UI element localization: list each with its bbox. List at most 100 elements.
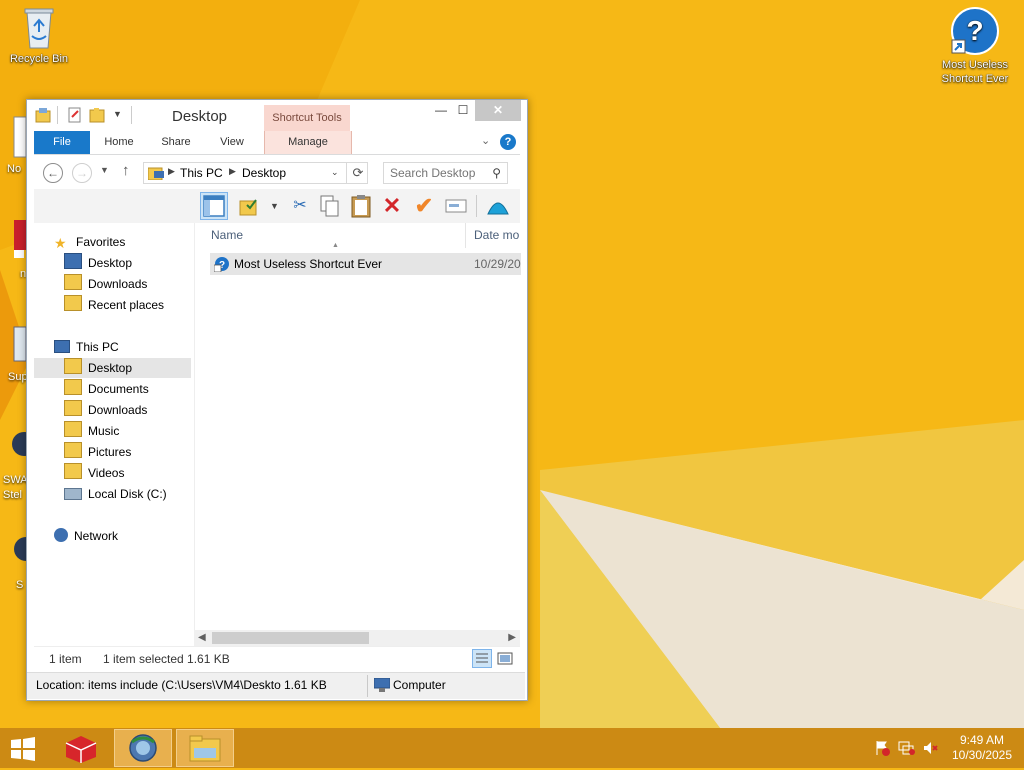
nav-videos[interactable]: Videos bbox=[64, 463, 124, 483]
divider bbox=[476, 195, 477, 217]
nav-label: Videos bbox=[88, 466, 125, 480]
speaker-icon bbox=[924, 742, 938, 754]
tab-home[interactable]: Home bbox=[96, 131, 142, 154]
nav-documents[interactable]: Documents bbox=[64, 379, 149, 399]
volume-muted-icon[interactable] bbox=[922, 740, 940, 759]
recent-locations-dropdown-icon[interactable]: ▼ bbox=[100, 165, 109, 175]
nav-this-pc[interactable]: This PC bbox=[54, 337, 119, 357]
nav-this-pc-desktop[interactable]: Desktop bbox=[34, 358, 191, 378]
svg-text:?: ? bbox=[966, 15, 983, 46]
properties-icon[interactable] bbox=[67, 107, 83, 123]
downloads-folder-icon bbox=[64, 274, 82, 290]
help-button[interactable]: ? bbox=[500, 134, 516, 150]
address-dropdown-icon[interactable]: ⌄ bbox=[331, 167, 339, 178]
explorer-properties-icon[interactable] bbox=[35, 107, 51, 123]
desktop-icon-partial-1[interactable]: No bbox=[7, 115, 27, 175]
quick-access-dropdown-icon[interactable]: ▼ bbox=[113, 109, 122, 119]
divider bbox=[57, 106, 58, 124]
recycle-bin-shortcut[interactable]: Recycle Bin bbox=[0, 6, 78, 66]
ribbon-tabs: File Home Share View Manage ⌄ ? bbox=[34, 131, 520, 155]
action-center-flag-icon[interactable] bbox=[874, 740, 890, 759]
scroll-right-arrow-icon[interactable]: ▶ bbox=[508, 630, 516, 646]
this-pc-folder-icon bbox=[148, 167, 164, 180]
tab-manage[interactable]: Manage bbox=[264, 131, 352, 154]
taskbar-app-browser[interactable] bbox=[114, 729, 172, 767]
nav-label: Recent places bbox=[88, 298, 165, 312]
file-row-most-useless-shortcut[interactable]: ? Most Useless Shortcut Ever 10/29/20 bbox=[210, 253, 521, 275]
maximize-icon: ☐ bbox=[457, 103, 469, 117]
back-button[interactable]: ← bbox=[43, 163, 63, 183]
nav-favorites-desktop[interactable]: Desktop bbox=[64, 253, 132, 273]
desktop-icon-partial-2[interactable]: n bbox=[14, 220, 26, 280]
new-folder-icon[interactable] bbox=[89, 107, 105, 123]
tab-view[interactable]: View bbox=[212, 131, 252, 154]
network-icon bbox=[54, 528, 68, 542]
network-status-icon[interactable] bbox=[898, 740, 916, 759]
desktop-icon bbox=[64, 253, 82, 269]
start-button[interactable] bbox=[8, 736, 38, 762]
address-bar[interactable]: ▶ This PC ▶ Desktop ⌄ ⟳ bbox=[143, 162, 368, 184]
partial-label-4a: SWA bbox=[3, 474, 28, 486]
maximize-button[interactable]: ☐ bbox=[449, 100, 477, 121]
forward-button[interactable]: → bbox=[72, 163, 92, 183]
item-count: 1 item bbox=[49, 652, 82, 666]
taskbar-app-file-explorer[interactable] bbox=[176, 729, 234, 767]
select-button[interactable]: ✔ bbox=[410, 192, 438, 220]
search-box[interactable]: ⚲ bbox=[383, 162, 508, 184]
delete-button[interactable]: ✕ bbox=[378, 192, 406, 220]
divider bbox=[367, 675, 368, 697]
nav-music[interactable]: Music bbox=[64, 421, 119, 441]
taskbar: 9:49 AM 10/30/2025 bbox=[0, 728, 1024, 768]
open-in-browser-button[interactable] bbox=[484, 192, 512, 220]
copy-button[interactable] bbox=[316, 192, 344, 220]
cut-button[interactable]: ✂ bbox=[286, 192, 314, 220]
details-view-button[interactable] bbox=[472, 649, 492, 668]
properties-folder-button[interactable] bbox=[235, 192, 263, 220]
computer-icon bbox=[54, 340, 70, 353]
column-header-name[interactable]: Name bbox=[211, 223, 243, 248]
sort-indicator-icon: ▲ bbox=[332, 242, 339, 249]
breadcrumb-this-pc[interactable]: This PC bbox=[180, 166, 223, 180]
breadcrumb-desktop[interactable]: Desktop bbox=[242, 166, 286, 180]
taskbar-app-red-cube[interactable] bbox=[52, 729, 110, 767]
tab-share[interactable]: Share bbox=[154, 131, 198, 154]
horizontal-scrollbar[interactable]: ◀ ▶ bbox=[194, 630, 520, 646]
downloads-folder-icon bbox=[64, 400, 82, 416]
nav-favorites-downloads[interactable]: Downloads bbox=[64, 274, 147, 294]
expand-ribbon-chevron-icon[interactable]: ⌄ bbox=[481, 134, 495, 148]
nav-downloads[interactable]: Downloads bbox=[64, 400, 147, 420]
up-button[interactable]: ↑ bbox=[122, 162, 130, 179]
nav-favorites[interactable]: ★ Favorites bbox=[54, 232, 125, 252]
copy-icon bbox=[320, 195, 339, 217]
partial-label-5: S bbox=[16, 579, 24, 591]
most-useless-shortcut-desktop-icon[interactable]: ? Most Useless Shortcut Ever bbox=[936, 6, 1014, 86]
scroll-left-arrow-icon[interactable]: ◀ bbox=[198, 630, 206, 646]
shortcut-label-line2: Shortcut Ever bbox=[941, 73, 1009, 85]
navigation-pane: ★ Favorites Desktop Downloads Recent plac… bbox=[34, 223, 192, 646]
close-button[interactable]: ✕ bbox=[475, 100, 521, 121]
total-size: 1.61 KB bbox=[284, 678, 327, 692]
scrollbar-thumb[interactable] bbox=[212, 632, 369, 644]
desktop-folder-icon bbox=[64, 358, 82, 374]
navigation-pane-toggle-button[interactable] bbox=[200, 192, 228, 220]
desktop-icon-partial-3[interactable]: Sup bbox=[8, 325, 28, 383]
nav-pictures[interactable]: Pictures bbox=[64, 442, 131, 462]
nav-local-disk[interactable]: Local Disk (C:) bbox=[64, 484, 167, 504]
shortcut-tools-group-label: Shortcut Tools bbox=[264, 105, 350, 131]
tab-file[interactable]: File bbox=[34, 131, 90, 154]
toolbar-dropdown-icon[interactable]: ▼ bbox=[270, 201, 279, 211]
paste-button[interactable] bbox=[347, 192, 375, 220]
column-header-date-modified[interactable]: Date mo bbox=[465, 223, 534, 248]
search-input[interactable] bbox=[390, 165, 486, 181]
nav-favorites-recent-places[interactable]: Recent places bbox=[64, 295, 164, 315]
large-icons-view-button[interactable] bbox=[496, 650, 514, 667]
rename-icon bbox=[445, 199, 467, 213]
refresh-button[interactable]: ⟳ bbox=[346, 163, 369, 183]
desktop-icon-partial-4[interactable]: SWA Stel bbox=[3, 428, 36, 501]
system-clock[interactable]: 9:49 AM 10/30/2025 bbox=[946, 733, 1018, 763]
title-bar[interactable]: ▼ Desktop Shortcut Tools — ☐ ✕ bbox=[27, 100, 527, 131]
nav-network[interactable]: Network bbox=[54, 526, 118, 546]
desktop-icon-partial-5[interactable]: S bbox=[14, 535, 38, 591]
shortcut-file-icon: ? bbox=[214, 257, 229, 272]
rename-button[interactable] bbox=[442, 192, 470, 220]
